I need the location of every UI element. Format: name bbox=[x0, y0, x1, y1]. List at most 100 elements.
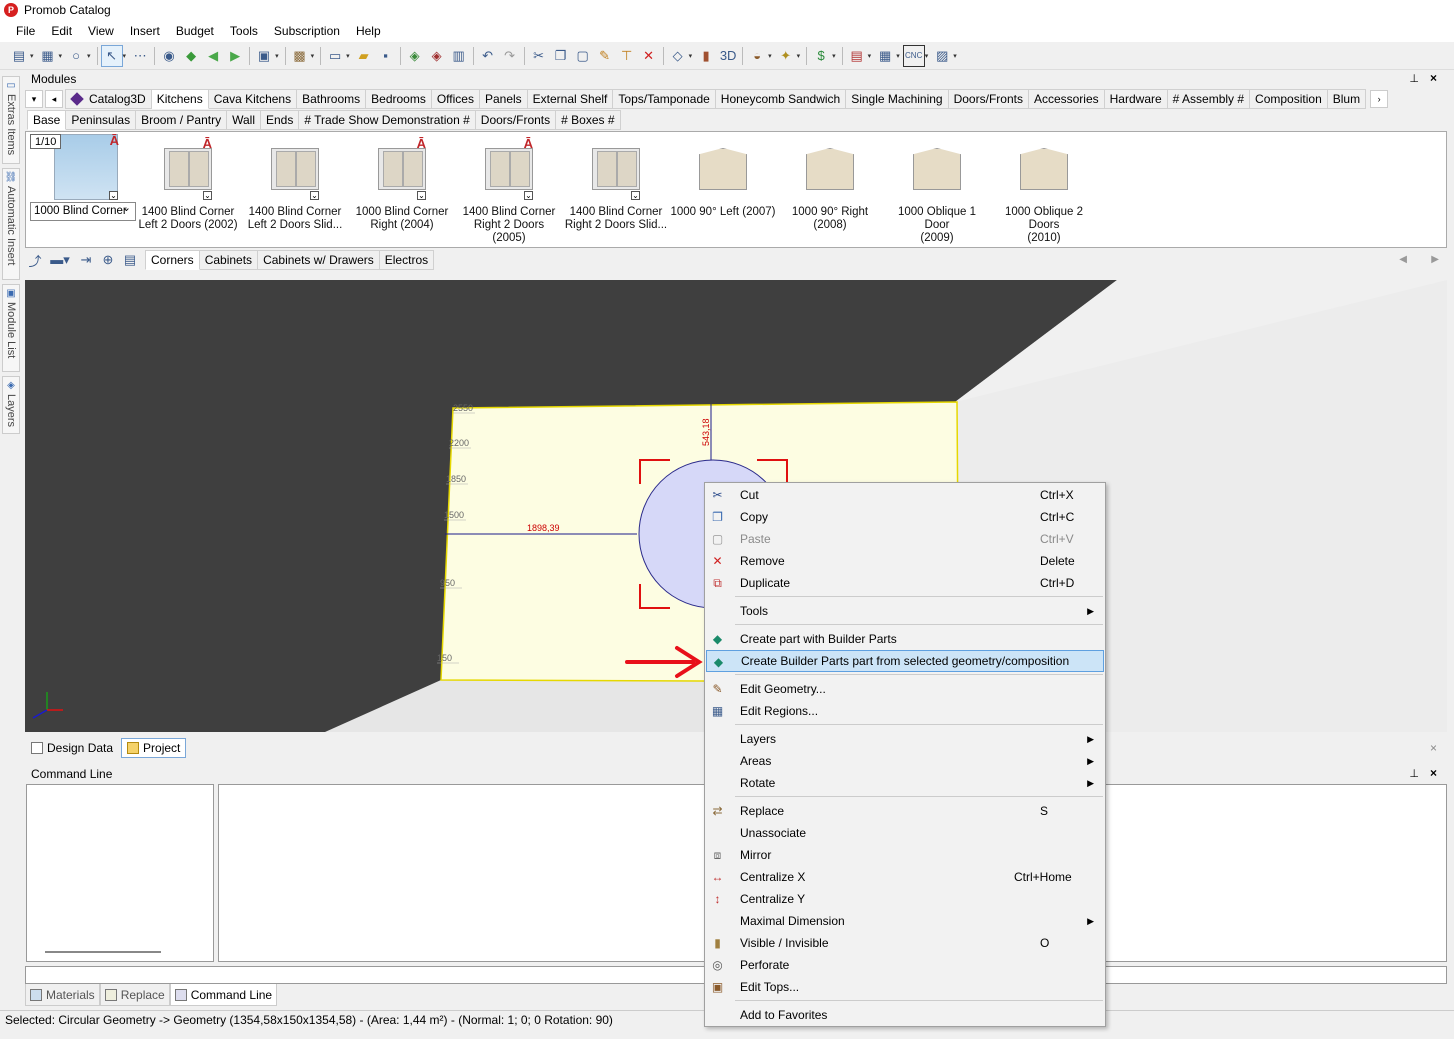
item-dropdown-icon[interactable]: ⌄ bbox=[417, 191, 426, 200]
shape-icon[interactable]: ▦ bbox=[37, 45, 59, 67]
report-icon[interactable]: ▤ bbox=[846, 45, 868, 67]
context-item-layers[interactable]: Layers ▶ bbox=[706, 728, 1104, 750]
catalog-item[interactable]: 1000 90° Right (2008) bbox=[777, 138, 883, 232]
pin-icon[interactable]: ⊥ bbox=[1409, 72, 1419, 85]
sidebar-tab-automatic-insert[interactable]: ⛓ Automatic Insert bbox=[2, 168, 20, 280]
export-icon[interactable]: ▨ bbox=[931, 45, 953, 67]
context-item-maximal-dimension[interactable]: Maximal Dimension ▶ bbox=[706, 910, 1104, 932]
tab-group-1[interactable]: Cabinets bbox=[199, 250, 259, 270]
tab-group-3[interactable]: Electros bbox=[379, 250, 435, 270]
scroll-left-icon[interactable]: ◀ bbox=[1399, 254, 1407, 265]
tab-materials[interactable]: Materials bbox=[25, 984, 100, 1006]
menu-edit[interactable]: Edit bbox=[43, 20, 80, 42]
render2-icon[interactable]: ◈ bbox=[426, 45, 448, 67]
catalog-item[interactable]: ⌄ 1400 Blind Corner Left 2 Doors Slid... bbox=[242, 138, 348, 232]
context-item-remove[interactable]: ✕ Remove Delete bbox=[706, 550, 1104, 572]
context-item-paste[interactable]: ▢ Paste Ctrl+V bbox=[706, 528, 1104, 550]
tab-category-1[interactable]: Cava Kitchens bbox=[208, 89, 298, 109]
tab-replace[interactable]: Replace bbox=[99, 984, 170, 1006]
sidebar-tab-extras-items[interactable]: ▭ Extras Items bbox=[2, 76, 20, 164]
tab-group-2[interactable]: Cabinets w/ Drawers bbox=[258, 250, 380, 270]
tab-category-5[interactable]: Panels bbox=[479, 89, 528, 109]
menu-subscription[interactable]: Subscription bbox=[266, 20, 348, 42]
menu-insert[interactable]: Insert bbox=[122, 20, 168, 42]
paint-icon[interactable]: ⊤ bbox=[616, 45, 638, 67]
insert-icon[interactable]: ⤴ bbox=[25, 249, 45, 271]
box-icon[interactable]: ▩ bbox=[289, 45, 311, 67]
context-item-edit-tops[interactable]: ▣ Edit Tops... bbox=[706, 976, 1104, 998]
chevron-down-icon[interactable]: ▾ bbox=[25, 90, 43, 108]
context-item-cut[interactable]: ✂ Cut Ctrl+X bbox=[706, 484, 1104, 506]
tab-group-0[interactable]: Corners bbox=[145, 250, 200, 270]
tab-category-11[interactable]: Accessories bbox=[1028, 89, 1105, 109]
tab-category-15[interactable]: Blum bbox=[1327, 89, 1367, 109]
item-dropdown-icon[interactable]: ⌄ bbox=[310, 191, 319, 200]
catalog-item[interactable]: 1000 90° Left (2007) bbox=[670, 138, 776, 219]
tab-project[interactable]: Project bbox=[121, 738, 187, 758]
eye-icon[interactable]: ◉ bbox=[158, 45, 180, 67]
select-pointer-icon[interactable]: ↖ bbox=[100, 44, 123, 67]
paste-icon[interactable]: ▢ bbox=[572, 45, 594, 67]
new-file-icon[interactable]: ▭ bbox=[324, 45, 346, 67]
open-folder-icon[interactable]: ▰ bbox=[353, 45, 375, 67]
view-icon[interactable]: ◆ bbox=[180, 45, 202, 67]
close-icon[interactable]: × bbox=[1430, 71, 1437, 85]
sidebar-tab-module-list[interactable]: ▣ Module List bbox=[2, 284, 20, 372]
arrow-left-icon[interactable]: ◀ bbox=[202, 45, 224, 67]
selected-item-combo[interactable]: 1000 Blind Corner bbox=[30, 200, 136, 221]
context-item-tools[interactable]: Tools ▶ bbox=[706, 600, 1104, 622]
save-icon[interactable]: ▪ bbox=[375, 45, 397, 67]
print-icon[interactable]: ▥ bbox=[448, 45, 470, 67]
tab-sub-3[interactable]: Wall bbox=[227, 110, 261, 130]
new-icon[interactable]: ▤ bbox=[8, 45, 30, 67]
close-icon[interactable]: × bbox=[1430, 766, 1437, 780]
catalog-item[interactable]: Ā ⌄ 1400 Blind Corner Left 2 Doors (2002) bbox=[135, 136, 241, 232]
render-icon[interactable]: ◈ bbox=[404, 45, 426, 67]
context-item-areas[interactable]: Areas ▶ bbox=[706, 750, 1104, 772]
circle-icon[interactable]: ○ bbox=[65, 45, 87, 67]
tab-category-2[interactable]: Bathrooms bbox=[297, 89, 367, 109]
tab-category-8[interactable]: Honeycomb Sandwich bbox=[715, 89, 847, 109]
catalog-item[interactable]: ⌄ 1400 Blind Corner Right 2 Doors Slid... bbox=[563, 138, 669, 232]
context-item-unassociate[interactable]: Unassociate bbox=[706, 822, 1104, 844]
tab-category-9[interactable]: Single Machining bbox=[846, 89, 949, 109]
tab-category-0[interactable]: Kitchens bbox=[151, 89, 209, 109]
measure-icon[interactable]: ▬▾ bbox=[45, 249, 75, 271]
wand-icon[interactable]: ✦ bbox=[775, 45, 797, 67]
tab-sub-0[interactable]: Base bbox=[27, 110, 67, 130]
item-dropdown-icon[interactable]: ⌄ bbox=[631, 191, 640, 200]
tab-category-12[interactable]: Hardware bbox=[1104, 89, 1168, 109]
context-item-edit-geometry[interactable]: ✎ Edit Geometry... bbox=[706, 678, 1104, 700]
context-item-copy[interactable]: ❐ Copy Ctrl+C bbox=[706, 506, 1104, 528]
tab-category-7[interactable]: Tops/Tamponade bbox=[613, 89, 716, 109]
context-item-create-builder-parts-part-from-selected-geometry-composition[interactable]: ◆ Create Builder Parts part from selected… bbox=[706, 650, 1104, 672]
pin-icon[interactable]: ⊥ bbox=[1409, 767, 1419, 780]
cut-icon[interactable]: ✂ bbox=[528, 45, 550, 67]
tab-category-4[interactable]: Offices bbox=[431, 89, 480, 109]
item-dropdown-icon[interactable]: ⌄ bbox=[203, 191, 212, 200]
menu-help[interactable]: Help bbox=[348, 20, 389, 42]
brush-icon[interactable]: ✎ bbox=[594, 45, 616, 67]
tab-category-13[interactable]: # Assembly # bbox=[1167, 89, 1251, 109]
item-dropdown-icon[interactable]: ⌄ bbox=[524, 191, 533, 200]
tab-category-10[interactable]: Doors/Fronts bbox=[948, 89, 1029, 109]
close-document-icon[interactable]: × bbox=[1430, 741, 1437, 755]
copy-icon[interactable]: ❐ bbox=[550, 45, 572, 67]
tab-category-3[interactable]: Bedrooms bbox=[366, 89, 432, 109]
catalog-item[interactable]: 1000 Oblique 2 Doors (2010) bbox=[991, 138, 1097, 245]
tab-sub-6[interactable]: Doors/Fronts bbox=[475, 110, 557, 130]
catalog-item[interactable]: Ā ⌄ 1000 Blind Corner Right (2004) bbox=[349, 136, 455, 232]
import-icon[interactable]: ⇥ bbox=[75, 249, 97, 271]
cnc-icon[interactable]: CNC bbox=[902, 44, 925, 67]
3d-icon[interactable]: 3D bbox=[717, 45, 739, 67]
menu-budget[interactable]: Budget bbox=[168, 20, 222, 42]
context-item-replace[interactable]: ⇄ Replace S bbox=[706, 800, 1104, 822]
catalog-item[interactable]: 1000 Oblique 1 Door (2009) bbox=[884, 138, 990, 245]
context-item-perforate[interactable]: ◎ Perforate bbox=[706, 954, 1104, 976]
tab-catalog3d[interactable]: Catalog3D bbox=[65, 89, 152, 109]
tab-sub-4[interactable]: Ends bbox=[261, 110, 300, 130]
menu-tools[interactable]: Tools bbox=[222, 20, 266, 42]
menu-file[interactable]: File bbox=[8, 20, 43, 42]
context-item-centralize-x[interactable]: ↔ Centralize X Ctrl+Home bbox=[706, 866, 1104, 888]
catalog-box-icon[interactable]: ▤ bbox=[119, 249, 141, 271]
